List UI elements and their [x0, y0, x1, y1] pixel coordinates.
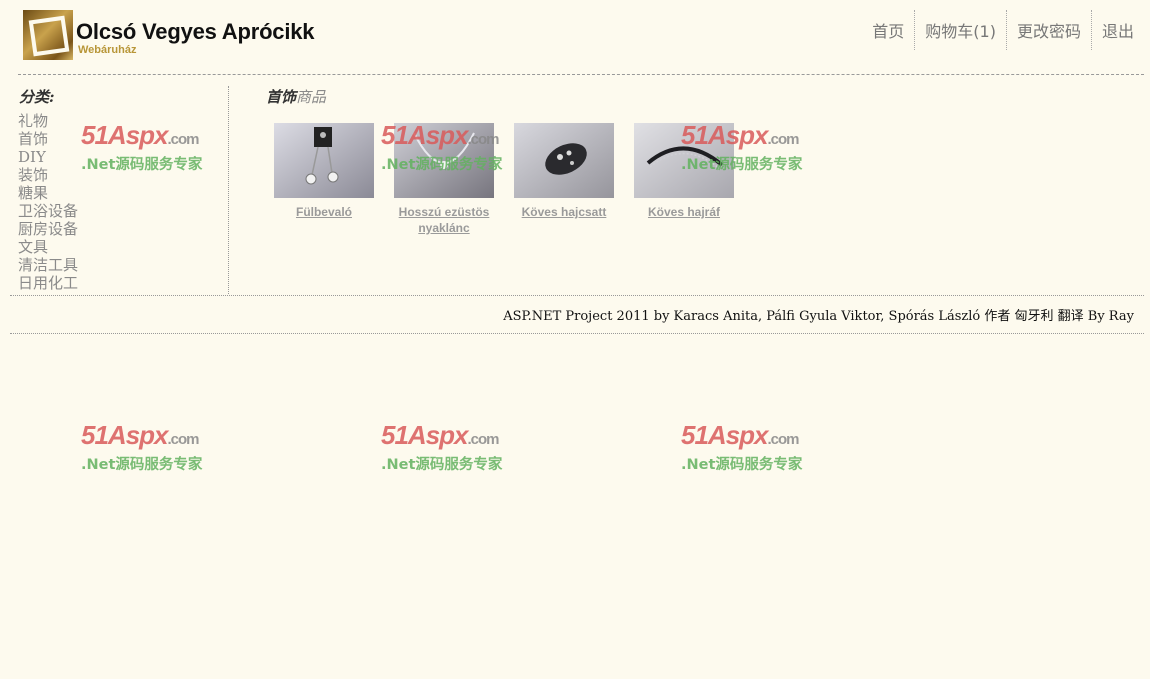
category-item[interactable]: 清洁工具: [18, 256, 78, 274]
product-name-link[interactable]: Hosszú ezüstös nyaklánc: [384, 204, 504, 236]
site-logo[interactable]: Olcsó Vegyes Aprócikk Webáruház: [23, 10, 323, 62]
category-item[interactable]: 礼物: [18, 112, 78, 130]
product-name-link[interactable]: Fülbevaló: [264, 204, 384, 220]
necklace-image[interactable]: [394, 123, 494, 198]
footer-credits: ASP.NET Project 2011 by Karacs Anita, Pá…: [503, 309, 1134, 324]
site-subtitle: Webáruház: [78, 44, 137, 56]
header-divider: [18, 74, 1144, 75]
product-name-link[interactable]: Köves hajcsatt: [504, 204, 624, 220]
category-list: 礼物 首饰 DIY 装饰 糖果 卫浴设备 厨房设备 文具 清洁工具 日用化工: [18, 112, 78, 292]
product-card: Fülbevaló: [264, 123, 384, 220]
category-item[interactable]: DIY: [18, 148, 78, 166]
product-card: Köves hajráf: [624, 123, 744, 220]
watermark-logo: 51Aspx.com .Net源码服务专家: [81, 420, 203, 473]
footer-divider-top: [10, 295, 1144, 296]
watermark-logo: 51Aspx.com .Net源码服务专家: [681, 420, 803, 473]
nav-cart-link[interactable]: 购物车(1): [914, 10, 1006, 50]
nav-change-password-link[interactable]: 更改密码: [1005, 10, 1091, 50]
watermark-logo: 51Aspx.com .Net源码服务专家: [81, 120, 203, 173]
earrings-image[interactable]: [274, 123, 374, 198]
section-title-suffix: 商品: [296, 88, 327, 106]
hairclip-image[interactable]: [514, 123, 614, 198]
headband-image[interactable]: [634, 123, 734, 198]
category-item[interactable]: 装饰: [18, 166, 78, 184]
footer-divider-bottom: [10, 333, 1144, 334]
top-navigation: 首页 购物车(1) 更改密码 退出: [862, 10, 1150, 50]
category-item[interactable]: 首饰: [18, 130, 78, 148]
section-title: 首饰商品: [266, 86, 326, 107]
nav-logout-link[interactable]: 退出: [1090, 10, 1150, 50]
section-title-category: 首饰: [266, 88, 297, 106]
nav-home-link[interactable]: 首页: [862, 10, 914, 50]
logo-frame-icon: [23, 10, 73, 60]
category-heading: 分类:: [19, 88, 55, 106]
category-item[interactable]: 糖果: [18, 184, 78, 202]
product-card: Köves hajcsatt: [504, 123, 624, 220]
product-name-link[interactable]: Köves hajráf: [624, 204, 744, 220]
category-item[interactable]: 日用化工: [18, 274, 78, 292]
site-title: Olcsó Vegyes Aprócikk: [76, 19, 315, 44]
category-item[interactable]: 厨房设备: [18, 220, 78, 238]
watermark-logo: 51Aspx.com .Net源码服务专家: [381, 420, 503, 473]
category-item[interactable]: 卫浴设备: [18, 202, 78, 220]
product-card: Hosszú ezüstös nyaklánc: [384, 123, 504, 236]
sidebar-divider: [228, 86, 229, 294]
category-item[interactable]: 文具: [18, 238, 78, 256]
